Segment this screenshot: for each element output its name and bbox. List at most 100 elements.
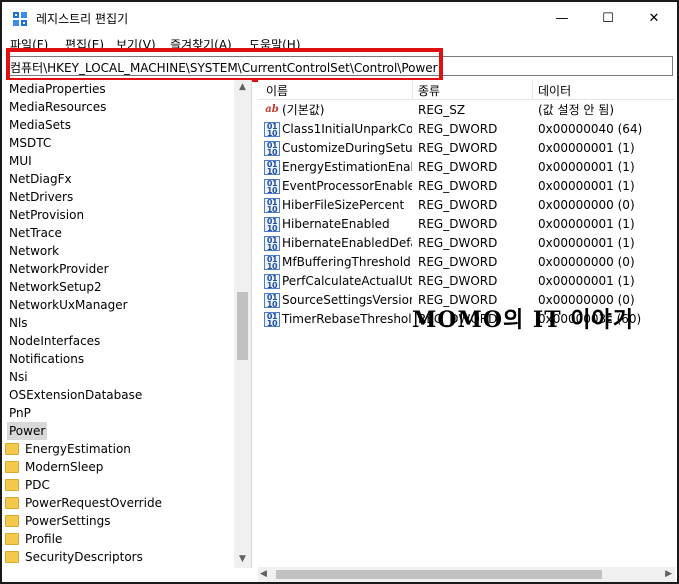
tree-item[interactable]: OSExtensionDatabase [2, 386, 234, 404]
tree-item[interactable]: MSDTC [2, 134, 234, 152]
tree-item[interactable]: Power [2, 422, 234, 440]
tree-item-label: Nsi [9, 370, 28, 384]
tree-item-label: NetworkProvider [9, 262, 109, 276]
value-name: MfBufferingThreshold [282, 255, 411, 269]
tree-item[interactable]: SecurityDescriptors [2, 548, 234, 566]
scroll-right-icon[interactable]: ▶ [665, 567, 672, 582]
binary-value-icon: 01 10 [264, 274, 280, 290]
tree-item-label: ModernSleep [25, 460, 104, 474]
watermark-text: MOMO의 IT 이야기 [412, 307, 634, 333]
tree-item[interactable]: MediaResources [2, 98, 234, 116]
value-row[interactable]: 0110EnergyEstimationEnab... REG_DWORD 0x00… [258, 158, 675, 177]
value-data: 0x00000001 (1) [538, 274, 635, 288]
folder-icon [5, 533, 19, 545]
values-horizontal-scrollbar[interactable]: ◀ ▶ [258, 567, 675, 582]
tree-item[interactable]: NetworkUxManager [2, 296, 234, 314]
minimize-button[interactable]: — [539, 2, 585, 34]
tree-item[interactable]: Nls [2, 314, 234, 332]
tree-item[interactable]: MediaSets [2, 116, 234, 134]
column-divider[interactable] [412, 80, 413, 100]
tree-item-label: EnergyEstimation [25, 442, 131, 456]
tree-item[interactable]: Notifications [2, 350, 234, 368]
value-data: 0x00000001 (1) [538, 141, 635, 155]
value-row[interactable]: 0110HibernateEnabledDefa... REG_DWORD 0x00… [258, 234, 675, 253]
binary-value-icon: 01 10 [264, 236, 280, 252]
tree-item[interactable]: Nsi [2, 368, 234, 386]
tree-item[interactable]: NetTrace [2, 224, 234, 242]
tree-item[interactable]: ModernSleep [2, 458, 234, 476]
tree-item[interactable]: PDC [2, 476, 234, 494]
value-row[interactable]: 01 10 EventProcessorEnabled REG_DWORD 0x0000… [258, 177, 675, 196]
maximize-button[interactable]: ☐ [585, 2, 631, 34]
scroll-down-icon[interactable]: ▼ [234, 552, 251, 566]
tree-item-label: Power [7, 422, 48, 440]
column-type-header[interactable]: 종류 [418, 82, 440, 99]
value-row[interactable]: 01 10 HiberFileSizePercent REG_DWORD 0x00000… [258, 196, 675, 215]
tree-item[interactable]: NetworkProvider [2, 260, 234, 278]
scrollbar-thumb[interactable] [276, 570, 602, 579]
column-name-header[interactable]: 이름 [266, 82, 288, 99]
binary-value-icon: 01 10 [264, 122, 280, 138]
registry-editor-icon [13, 12, 27, 26]
tree-item-label: NetDiagFx [9, 172, 72, 186]
scrollbar-thumb[interactable] [237, 292, 248, 360]
value-row[interactable]: 0110PerfCalculateActualUti... REG_DWORD 0x… [258, 272, 675, 291]
tree-item[interactable]: NetProvision [2, 206, 234, 224]
tree-item[interactable]: Profile [2, 530, 234, 548]
folder-icon [5, 497, 19, 509]
tree-item-label: PowerSettings [25, 514, 111, 528]
value-data: 0x00000001 (1) [538, 179, 635, 193]
column-divider[interactable] [532, 80, 533, 100]
tree-item-label: PnP [9, 406, 31, 420]
value-type: REG_DWORD [418, 179, 498, 193]
value-name: HiberFileSizePercent [282, 198, 405, 212]
tree-item[interactable]: MediaProperties [2, 80, 234, 98]
value-row[interactable]: ab (기본값) REG_SZ (값 설정 안 됨) [258, 101, 675, 120]
value-row[interactable]: 01 10 Class1InitialUnparkCo... REG_DWORD 0x0… [258, 120, 675, 139]
window-title: 레지스트리 편집기 [36, 12, 129, 26]
value-type: REG_DWORD [418, 141, 498, 155]
tree-item-label: NetTrace [9, 226, 62, 240]
tree-item[interactable]: NetDiagFx [2, 170, 234, 188]
binary-value-icon: 01 10 [264, 217, 280, 233]
binary-value-icon: 01 10 [264, 255, 280, 271]
value-name: EventProcessorEnabled [282, 179, 412, 193]
tree-item-label: SecurityDescriptors [25, 550, 143, 564]
tree-item-label: Profile [25, 532, 63, 546]
value-name: CustomizeDuringSetup [282, 141, 412, 155]
tree-vertical-scrollbar[interactable]: ▲ ▼ [234, 80, 251, 568]
binary-value-icon: 01 10 [264, 160, 280, 176]
tree-item[interactable]: NetDrivers [2, 188, 234, 206]
value-type: REG_DWORD [418, 160, 498, 174]
close-button[interactable]: ✕ [631, 2, 677, 34]
tree-item[interactable]: PnP [2, 404, 234, 422]
registry-editor-window: 레지스트리 편집기 — ☐ ✕ 파일(F) 편집(E) 보기(V) 즐겨찾기(A… [0, 0, 679, 584]
tree-item[interactable]: NodeInterfaces [2, 332, 234, 350]
scroll-up-icon[interactable]: ▲ [234, 80, 251, 94]
value-name: HibernateEnabledDefa... [282, 236, 412, 250]
folder-icon [5, 443, 19, 455]
scroll-left-icon[interactable]: ◀ [260, 567, 267, 582]
tree-item[interactable]: EnergyEstimation [2, 440, 234, 458]
binary-value-icon: 01 10 [264, 293, 280, 309]
title-bar: 레지스트리 편집기 — ☐ ✕ [2, 2, 677, 34]
value-type: REG_DWORD [418, 122, 498, 136]
column-data-header[interactable]: 데이터 [538, 82, 571, 99]
tree-item-label: NetProvision [9, 208, 85, 222]
tree-item[interactable]: PowerRequestOverride [2, 494, 234, 512]
tree-item[interactable]: Network [2, 242, 234, 260]
value-data: 0x00000001 (1) [538, 217, 635, 231]
tree-item[interactable]: NetworkSetup2 [2, 278, 234, 296]
value-row[interactable]: 01 10 MfBufferingThreshold REG_DWORD 0x00000… [258, 253, 675, 272]
tree-item-label: NetworkSetup2 [9, 280, 102, 294]
binary-value-icon: 01 10 [264, 141, 280, 157]
tree-item-label: Nls [9, 316, 28, 330]
value-row[interactable]: 01 10 CustomizeDuringSetup REG_DWORD 0x00000… [258, 139, 675, 158]
tree-item[interactable]: PowerSettings [2, 512, 234, 530]
tree-item[interactable]: MUI [2, 152, 234, 170]
value-row[interactable]: 01 10 HibernateEnabled REG_DWORD 0x00000001 … [258, 215, 675, 234]
minimize-icon: — [555, 10, 569, 26]
value-name: EnergyEstimationEnab... [282, 160, 412, 174]
value-name: (기본값) [282, 103, 325, 117]
value-data: (값 설정 안 됨) [538, 103, 615, 117]
